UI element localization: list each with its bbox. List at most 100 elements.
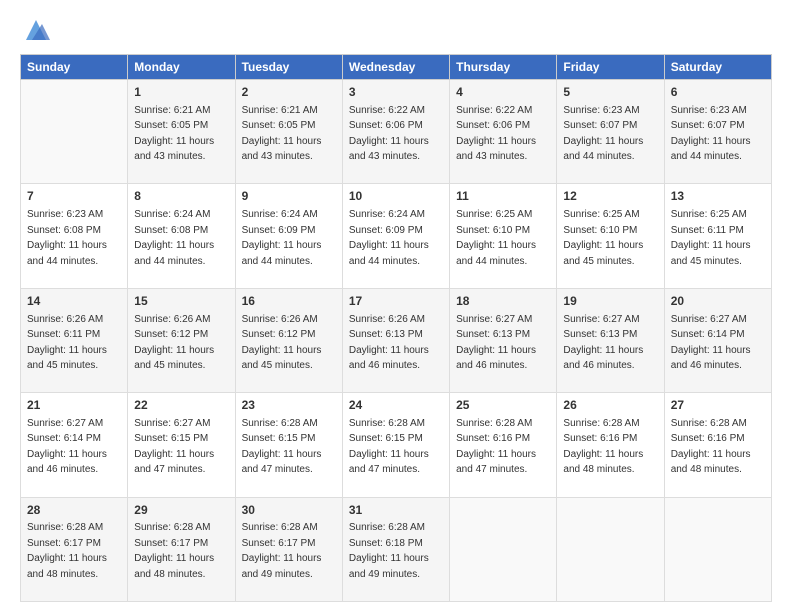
calendar-cell: 15 Sunrise: 6:26 AM Sunset: 6:12 PM Dayli… bbox=[128, 288, 235, 392]
day-info: Sunrise: 6:23 AM Sunset: 6:07 PM Dayligh… bbox=[563, 105, 643, 163]
day-info: Sunrise: 6:27 AM Sunset: 6:13 PM Dayligh… bbox=[456, 314, 536, 372]
day-info: Sunrise: 6:28 AM Sunset: 6:15 PM Dayligh… bbox=[349, 418, 429, 476]
calendar-cell bbox=[557, 497, 664, 601]
day-info: Sunrise: 6:28 AM Sunset: 6:16 PM Dayligh… bbox=[563, 418, 643, 476]
week-row-5: 28 Sunrise: 6:28 AM Sunset: 6:17 PM Dayli… bbox=[21, 497, 772, 601]
calendar-table: SundayMondayTuesdayWednesdayThursdayFrid… bbox=[20, 54, 772, 602]
day-number: 14 bbox=[27, 293, 121, 310]
week-row-3: 14Sunrise: 6:26 AM Sunset: 6:11 PM Dayli… bbox=[21, 288, 772, 392]
day-info: Sunrise: 6:25 AM Sunset: 6:10 PM Dayligh… bbox=[563, 209, 643, 267]
calendar-cell: 6 Sunrise: 6:23 AM Sunset: 6:07 PM Daylig… bbox=[664, 80, 771, 184]
day-number: 21 bbox=[27, 397, 121, 414]
day-info: Sunrise: 6:28 AM Sunset: 6:15 PM Dayligh… bbox=[242, 418, 322, 476]
col-header-thursday: Thursday bbox=[450, 55, 557, 80]
day-number: 2 bbox=[242, 84, 336, 101]
calendar-cell: 3Sunrise: 6:22 AM Sunset: 6:06 PM Daylig… bbox=[342, 80, 449, 184]
calendar-cell: 18 Sunrise: 6:27 AM Sunset: 6:13 PM Dayli… bbox=[450, 288, 557, 392]
day-number: 20 bbox=[671, 293, 765, 310]
col-header-sunday: Sunday bbox=[21, 55, 128, 80]
day-number: 11 bbox=[456, 188, 550, 205]
day-info: Sunrise: 6:22 AM Sunset: 6:06 PM Dayligh… bbox=[349, 105, 429, 163]
week-row-1: 1Sunrise: 6:21 AM Sunset: 6:05 PM Daylig… bbox=[21, 80, 772, 184]
calendar-cell bbox=[450, 497, 557, 601]
day-number: 30 bbox=[242, 502, 336, 519]
day-number: 24 bbox=[349, 397, 443, 414]
calendar-cell: 9 Sunrise: 6:24 AM Sunset: 6:09 PM Daylig… bbox=[235, 184, 342, 288]
calendar-cell: 28 Sunrise: 6:28 AM Sunset: 6:17 PM Dayli… bbox=[21, 497, 128, 601]
calendar-cell: 14Sunrise: 6:26 AM Sunset: 6:11 PM Dayli… bbox=[21, 288, 128, 392]
calendar-cell: 24 Sunrise: 6:28 AM Sunset: 6:15 PM Dayli… bbox=[342, 393, 449, 497]
day-info: Sunrise: 6:24 AM Sunset: 6:08 PM Dayligh… bbox=[134, 209, 214, 267]
day-info: Sunrise: 6:28 AM Sunset: 6:17 PM Dayligh… bbox=[27, 522, 107, 580]
logo bbox=[20, 16, 54, 44]
calendar-cell: 5 Sunrise: 6:23 AM Sunset: 6:07 PM Daylig… bbox=[557, 80, 664, 184]
calendar-cell: 16Sunrise: 6:26 AM Sunset: 6:12 PM Dayli… bbox=[235, 288, 342, 392]
calendar-cell: 19 Sunrise: 6:27 AM Sunset: 6:13 PM Dayli… bbox=[557, 288, 664, 392]
calendar-cell: 20 Sunrise: 6:27 AM Sunset: 6:14 PM Dayli… bbox=[664, 288, 771, 392]
calendar-cell: 1Sunrise: 6:21 AM Sunset: 6:05 PM Daylig… bbox=[128, 80, 235, 184]
col-header-monday: Monday bbox=[128, 55, 235, 80]
calendar-cell: 8 Sunrise: 6:24 AM Sunset: 6:08 PM Daylig… bbox=[128, 184, 235, 288]
day-info: Sunrise: 6:28 AM Sunset: 6:16 PM Dayligh… bbox=[456, 418, 536, 476]
day-number: 12 bbox=[563, 188, 657, 205]
day-info: Sunrise: 6:25 AM Sunset: 6:11 PM Dayligh… bbox=[671, 209, 751, 267]
col-header-friday: Friday bbox=[557, 55, 664, 80]
day-info: Sunrise: 6:27 AM Sunset: 6:13 PM Dayligh… bbox=[563, 314, 643, 372]
col-header-wednesday: Wednesday bbox=[342, 55, 449, 80]
day-number: 18 bbox=[456, 293, 550, 310]
calendar-cell: 4 Sunrise: 6:22 AM Sunset: 6:06 PM Daylig… bbox=[450, 80, 557, 184]
day-number: 22 bbox=[134, 397, 228, 414]
header-row: SundayMondayTuesdayWednesdayThursdayFrid… bbox=[21, 55, 772, 80]
day-info: Sunrise: 6:25 AM Sunset: 6:10 PM Dayligh… bbox=[456, 209, 536, 267]
calendar-cell: 10 Sunrise: 6:24 AM Sunset: 6:09 PM Dayli… bbox=[342, 184, 449, 288]
day-info: Sunrise: 6:28 AM Sunset: 6:17 PM Dayligh… bbox=[134, 522, 214, 580]
day-info: Sunrise: 6:21 AM Sunset: 6:05 PM Dayligh… bbox=[134, 105, 214, 163]
day-info: Sunrise: 6:28 AM Sunset: 6:18 PM Dayligh… bbox=[349, 522, 429, 580]
day-info: Sunrise: 6:27 AM Sunset: 6:15 PM Dayligh… bbox=[134, 418, 214, 476]
day-info: Sunrise: 6:24 AM Sunset: 6:09 PM Dayligh… bbox=[349, 209, 429, 267]
day-number: 13 bbox=[671, 188, 765, 205]
day-number: 28 bbox=[27, 502, 121, 519]
day-number: 17 bbox=[349, 293, 443, 310]
calendar-cell bbox=[664, 497, 771, 601]
day-number: 19 bbox=[563, 293, 657, 310]
col-header-saturday: Saturday bbox=[664, 55, 771, 80]
calendar-cell: 7 Sunrise: 6:23 AM Sunset: 6:08 PM Daylig… bbox=[21, 184, 128, 288]
calendar-cell: 2Sunrise: 6:21 AM Sunset: 6:05 PM Daylig… bbox=[235, 80, 342, 184]
calendar-cell: 22 Sunrise: 6:27 AM Sunset: 6:15 PM Dayli… bbox=[128, 393, 235, 497]
day-info: Sunrise: 6:22 AM Sunset: 6:06 PM Dayligh… bbox=[456, 105, 536, 163]
day-number: 23 bbox=[242, 397, 336, 414]
day-number: 10 bbox=[349, 188, 443, 205]
day-number: 8 bbox=[134, 188, 228, 205]
day-info: Sunrise: 6:24 AM Sunset: 6:09 PM Dayligh… bbox=[242, 209, 322, 267]
logo-icon bbox=[22, 16, 50, 44]
calendar-cell: 26Sunrise: 6:28 AM Sunset: 6:16 PM Dayli… bbox=[557, 393, 664, 497]
day-number: 31 bbox=[349, 502, 443, 519]
day-number: 15 bbox=[134, 293, 228, 310]
page: SundayMondayTuesdayWednesdayThursdayFrid… bbox=[0, 0, 792, 612]
day-info: Sunrise: 6:27 AM Sunset: 6:14 PM Dayligh… bbox=[671, 314, 751, 372]
day-info: Sunrise: 6:28 AM Sunset: 6:16 PM Dayligh… bbox=[671, 418, 751, 476]
calendar-cell: 11 Sunrise: 6:25 AM Sunset: 6:10 PM Dayli… bbox=[450, 184, 557, 288]
col-header-tuesday: Tuesday bbox=[235, 55, 342, 80]
day-number: 7 bbox=[27, 188, 121, 205]
calendar-cell: 31 Sunrise: 6:28 AM Sunset: 6:18 PM Dayli… bbox=[342, 497, 449, 601]
day-number: 29 bbox=[134, 502, 228, 519]
calendar-cell: 29 Sunrise: 6:28 AM Sunset: 6:17 PM Dayli… bbox=[128, 497, 235, 601]
calendar-cell: 17Sunrise: 6:26 AM Sunset: 6:13 PM Dayli… bbox=[342, 288, 449, 392]
day-info: Sunrise: 6:23 AM Sunset: 6:07 PM Dayligh… bbox=[671, 105, 751, 163]
day-number: 6 bbox=[671, 84, 765, 101]
calendar-cell bbox=[21, 80, 128, 184]
calendar-cell: 13 Sunrise: 6:25 AM Sunset: 6:11 PM Dayli… bbox=[664, 184, 771, 288]
day-number: 5 bbox=[563, 84, 657, 101]
calendar-cell: 27 Sunrise: 6:28 AM Sunset: 6:16 PM Dayli… bbox=[664, 393, 771, 497]
day-info: Sunrise: 6:23 AM Sunset: 6:08 PM Dayligh… bbox=[27, 209, 107, 267]
week-row-4: 21Sunrise: 6:27 AM Sunset: 6:14 PM Dayli… bbox=[21, 393, 772, 497]
day-info: Sunrise: 6:28 AM Sunset: 6:17 PM Dayligh… bbox=[242, 522, 322, 580]
day-info: Sunrise: 6:26 AM Sunset: 6:12 PM Dayligh… bbox=[134, 314, 214, 372]
day-number: 4 bbox=[456, 84, 550, 101]
day-number: 9 bbox=[242, 188, 336, 205]
day-number: 27 bbox=[671, 397, 765, 414]
calendar-cell: 21Sunrise: 6:27 AM Sunset: 6:14 PM Dayli… bbox=[21, 393, 128, 497]
day-info: Sunrise: 6:26 AM Sunset: 6:12 PM Dayligh… bbox=[242, 314, 322, 372]
